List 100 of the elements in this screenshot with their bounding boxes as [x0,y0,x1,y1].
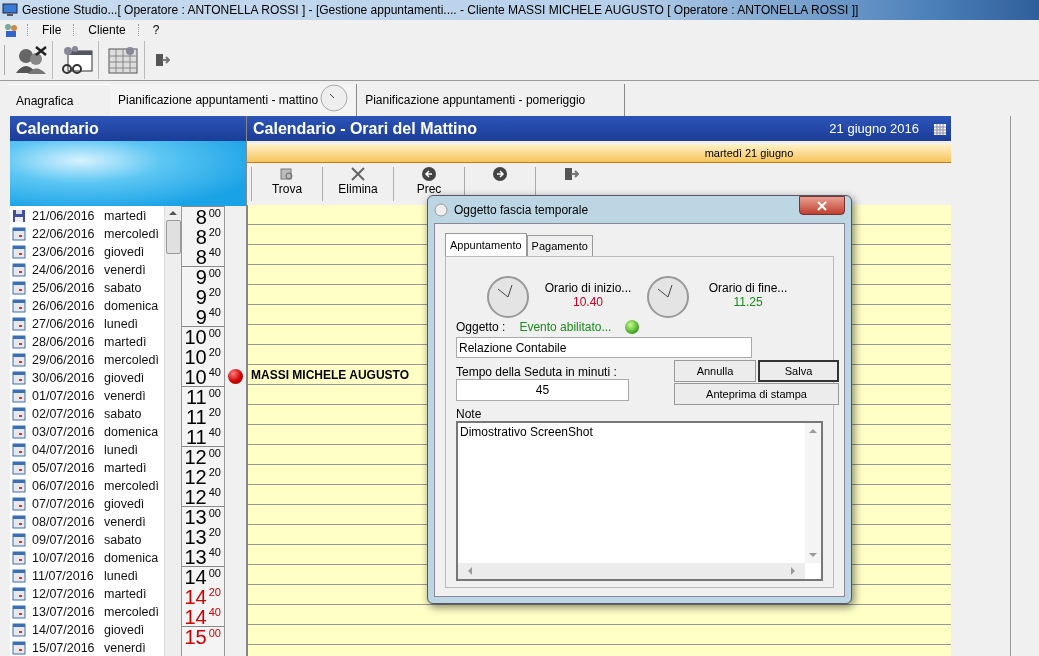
duration-label: Tempo della Seduta in minuti : [456,365,618,379]
calendar-icon [12,443,26,457]
calendar-icon[interactable] [933,121,947,136]
time-slot: 14$^{20}$ [182,586,224,606]
date-item[interactable]: 11/07/2016 lunedì [10,567,164,585]
scrollbar[interactable] [164,206,181,656]
start-time: 10.40 [573,295,603,309]
time-slot: 9$^{20}$ [182,286,224,306]
calendar-icon [12,281,26,295]
duration-field[interactable]: 45 [456,379,629,401]
calendar-header: Calendario [10,116,246,141]
date-item[interactable]: 09/07/2016 sabato [10,531,164,549]
save-button[interactable]: Salva [758,360,839,382]
date-item[interactable]: 23/06/2016 giovedì [10,243,164,261]
date-item[interactable]: 22/06/2016 mercoledì [10,225,164,243]
menu-item[interactable]: Cliente [84,23,130,37]
date-item[interactable]: 13/07/2016 mercoledì [10,603,164,621]
close-icon [817,200,827,211]
time-slot: 12$^{00}$ [182,446,224,466]
vertical-scrollbar[interactable] [805,423,821,563]
close-button[interactable] [799,196,845,215]
date-item[interactable]: 06/07/2016 mercoledì [10,477,164,495]
date-item[interactable]: 01/07/2016 venerdì [10,387,164,405]
time-slot: 10$^{00}$ [182,326,224,346]
date-item[interactable]: 21/06/2016 martedì [10,207,164,225]
time-slot: 8$^{40}$ [182,246,224,266]
calendar-icon [12,317,26,331]
time-slot: 10$^{40}$ [182,366,224,386]
calendar-icon [12,263,26,277]
menu-item[interactable]: ? [148,23,164,37]
calendar-icon [12,569,26,583]
date-item[interactable]: 14/07/2016 giovedì [10,621,164,639]
calendar-icon [12,389,26,403]
search-icon [279,166,295,182]
window-title: Gestione Studio...[ Operatore : ANTONELLA ROSSI ] - [Gestione appuntamenti.... - Cliente MASSI MICHELE AUGUSTO [ Operatore : ANTONELLA ROSSI ]] [22,3,859,17]
date-item[interactable]: 15/07/2016 venerdì [10,639,164,656]
clock-icon [646,275,690,319]
monitor-icon [2,3,18,17]
time-slot: 10$^{20}$ [182,346,224,366]
horizontal-scrollbar[interactable] [458,563,805,579]
date-item[interactable]: 12/07/2016 martedì [10,585,164,603]
date-item[interactable]: 08/07/2016 venerdì [10,513,164,531]
menu-item[interactable]: File [38,23,66,37]
calendar-icon [12,641,26,655]
time-slot: 15$^{00}$ [182,626,224,646]
date-item[interactable]: 24/06/2016 venerdì [10,261,164,279]
calendar-icon [12,461,26,475]
date-item[interactable]: 30/06/2016 giovedì [10,369,164,387]
time-slot: 14$^{40}$ [182,606,224,626]
object-field[interactable]: Relazione Contabile [456,337,752,358]
calendar-icon [12,425,26,439]
date-item[interactable]: 02/07/2016 sabato [10,405,164,423]
time-slot: 8$^{00}$ [182,206,224,226]
date-item[interactable]: 03/07/2016 domenica [10,423,164,441]
tab[interactable]: Pagamento [526,235,593,256]
calendar-icon [12,407,26,421]
day-bar: martedì 21 giugno [247,144,951,163]
calendar-icon [12,623,26,637]
time-slot: 12$^{40}$ [182,486,224,506]
date-item[interactable]: 26/06/2016 domenica [10,297,164,315]
date-item[interactable]: 10/07/2016 domenica [10,549,164,567]
date-item[interactable]: 28/06/2016 martedì [10,333,164,351]
calendar-icon [12,533,26,547]
calendar-icon [12,497,26,511]
date-item[interactable]: 29/06/2016 mercoledì [10,351,164,369]
time-slot: 9$^{00}$ [182,266,224,286]
calendar-icon [12,245,26,259]
delete-button[interactable]: Elimina [323,164,393,204]
down-arrow-icon[interactable] [809,551,817,559]
people-icon [3,22,19,38]
people-tools-icon [13,45,48,75]
time-slot: 12$^{20}$ [182,466,224,486]
left-arrow-icon[interactable] [466,567,474,575]
date-item[interactable]: 05/07/2016 martedì [10,459,164,477]
right-arrow-icon[interactable] [789,567,797,575]
appointment-dot [228,368,243,384]
notes-field[interactable]: Dimostrativo ScreenShot [456,421,823,581]
schedule-date: 21 giugno 2016 [829,121,919,136]
search-button[interactable]: Trova [252,164,322,204]
date-item[interactable]: 04/07/2016 lunedì [10,441,164,459]
time-slot: 13$^{20}$ [182,526,224,546]
calendar-icon [12,299,26,313]
date-item[interactable]: 25/06/2016 sabato [10,279,164,297]
print-preview-button[interactable]: Anteprima di stampa [674,383,839,405]
end-time: 11.25 [733,295,763,309]
date-item[interactable]: 07/07/2016 giovedì [10,495,164,513]
calendar-grid-icon [105,45,140,75]
scrollbar-thumb[interactable] [165,220,181,254]
calendar-icon [12,515,26,529]
time-slot: 8$^{20}$ [182,226,224,246]
calendar-icon [12,371,26,385]
up-arrow-icon[interactable] [169,209,177,217]
cancel-button[interactable]: Annulla [674,360,756,382]
clock-icon [434,202,448,217]
floppy-icon [12,209,26,223]
date-item[interactable]: 27/06/2016 lunedì [10,315,164,333]
tab[interactable]: Pianificazione appuntamenti - mattino [110,84,358,116]
calendar-icon [12,227,26,241]
tab[interactable]: Appuntamento [445,233,527,256]
end-label: Orario di fine... [708,281,788,295]
